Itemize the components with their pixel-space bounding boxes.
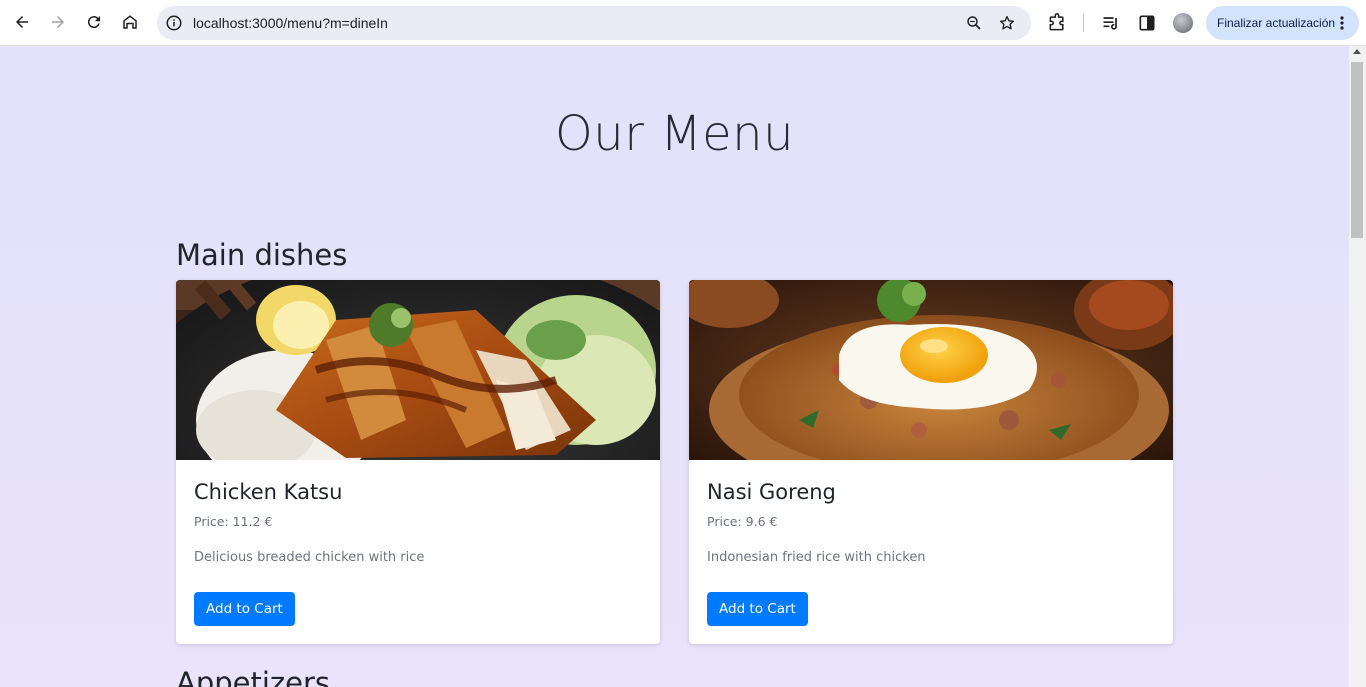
menu-card: Chicken Katsu Price: 11.2 € Delicious br…: [176, 280, 660, 644]
browser-toolbar: localhost:3000/menu?m=dineIn Finalizar a…: [0, 0, 1366, 46]
menu-item-description: Delicious breaded chicken with rice: [194, 550, 425, 565]
nasi-goreng-photo: [689, 280, 1173, 460]
page-title: Our Menu: [555, 106, 794, 162]
menu-item-description: Indonesian fried rice with chicken: [707, 550, 926, 565]
back-icon[interactable]: [7, 7, 37, 37]
menu-item-name: Chicken Katsu: [194, 480, 343, 504]
toolbar-separator: [1083, 14, 1084, 32]
add-to-cart-button[interactable]: Add to Cart: [707, 592, 808, 626]
home-icon[interactable]: [115, 7, 145, 37]
reload-icon[interactable]: [79, 7, 109, 37]
page-scrollbar[interactable]: [1349, 46, 1366, 687]
media-control-icon[interactable]: [1101, 13, 1121, 33]
address-bar[interactable]: localhost:3000/menu?m=dineIn: [157, 6, 1031, 40]
section-title-main-dishes: Main dishes: [176, 238, 348, 272]
side-panel-icon[interactable]: [1137, 13, 1157, 33]
scroll-up-arrow-icon[interactable]: [1353, 49, 1361, 54]
forward-icon[interactable]: [43, 7, 73, 37]
update-button-label: Finalizar actualización: [1217, 16, 1336, 30]
site-info-icon[interactable]: [165, 14, 183, 32]
update-button[interactable]: Finalizar actualización: [1206, 6, 1359, 40]
add-to-cart-button[interactable]: Add to Cart: [194, 592, 295, 626]
section-title-appetizers: Appetizers: [176, 666, 331, 687]
profile-avatar[interactable]: [1173, 13, 1193, 33]
menu-item-price: Price: 9.6 €: [707, 514, 778, 529]
zoom-icon[interactable]: [965, 14, 983, 32]
menu-card: Nasi Goreng Price: 9.6 € Indonesian frie…: [689, 280, 1173, 644]
menu-item-name: Nasi Goreng: [707, 480, 836, 504]
page-viewport: Our Menu Main dishes Chicken Katsu Price…: [0, 46, 1349, 687]
scrollbar-thumb[interactable]: [1351, 62, 1363, 238]
url-text[interactable]: localhost:3000/menu?m=dineIn: [193, 6, 388, 40]
bookmark-star-icon[interactable]: [998, 14, 1016, 32]
chicken-katsu-photo: [176, 280, 660, 460]
extensions-icon[interactable]: [1047, 13, 1067, 33]
more-menu-icon[interactable]: [1334, 15, 1350, 31]
menu-item-price: Price: 11.2 €: [194, 514, 273, 529]
